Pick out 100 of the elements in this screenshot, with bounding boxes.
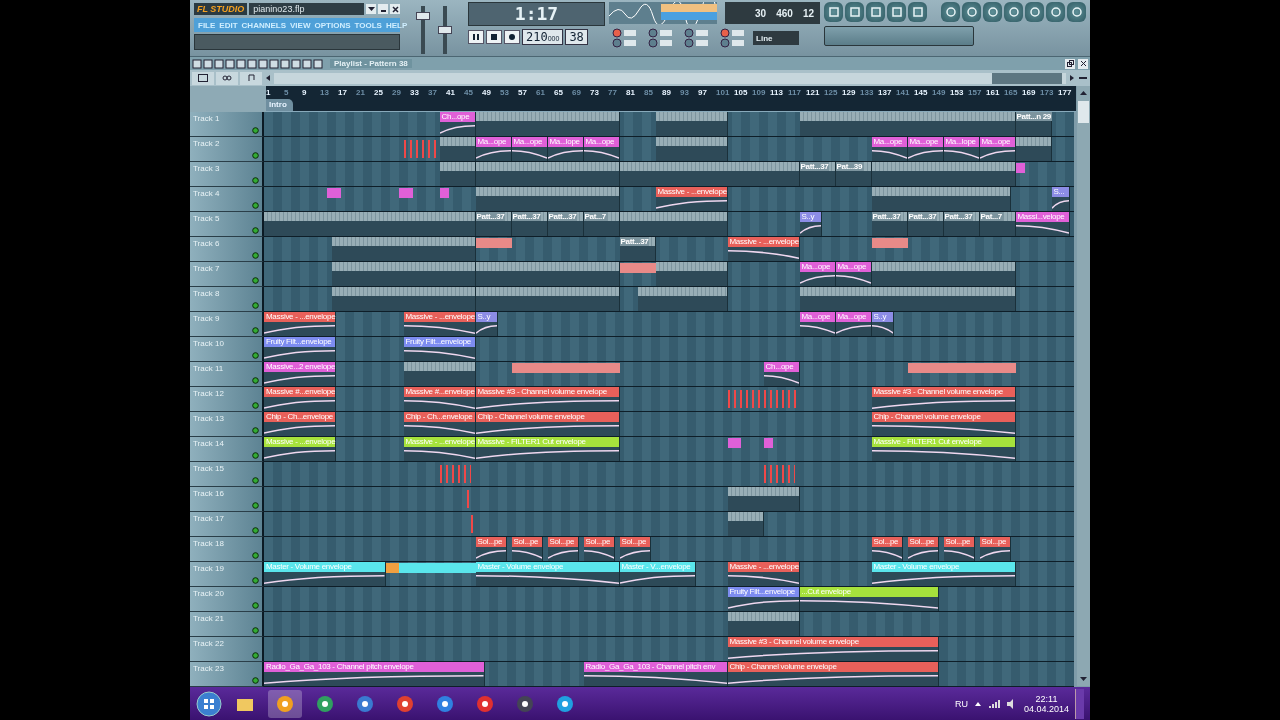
track-header[interactable]: Track 18 <box>190 537 264 562</box>
note-clip[interactable] <box>439 465 471 483</box>
envelope-clip[interactable]: Ma...ope <box>511 137 548 161</box>
track-header[interactable]: Track 2 <box>190 137 264 162</box>
envelope-clip[interactable]: Massive - ...envelope <box>727 562 800 586</box>
track-header[interactable]: Track 14 <box>190 437 264 462</box>
envelope-clip[interactable]: Ma...ope <box>907 137 944 161</box>
envelope-clip[interactable]: Fruity Filt...envelope <box>727 587 800 611</box>
toolbar-button[interactable] <box>941 2 960 22</box>
envelope-clip[interactable]: Massive #3 - Channel volume envelope <box>475 387 620 411</box>
mute-indicator-icon[interactable] <box>252 527 259 534</box>
pattern-clip[interactable] <box>475 112 620 136</box>
pattern-clip[interactable]: Patt...37 <box>871 212 908 236</box>
pattern-clip[interactable]: Patt...37 <box>799 162 836 186</box>
scroll-left-icon[interactable] <box>264 74 272 82</box>
mute-indicator-icon[interactable] <box>252 477 259 484</box>
view-tab[interactable] <box>192 71 214 85</box>
pattern-clip[interactable] <box>619 162 800 186</box>
track-header[interactable]: Track 7 <box>190 262 264 287</box>
track-header[interactable]: Track 1 <box>190 112 264 137</box>
track-header[interactable]: Track 20 <box>190 587 264 612</box>
stop-button[interactable] <box>486 30 502 44</box>
envelope-clip[interactable]: Radio_Ga_Ga_103 - Channel pitch envelope <box>264 662 485 686</box>
signal-icon[interactable] <box>987 698 1000 709</box>
close-button[interactable] <box>1078 58 1088 69</box>
pattern-clip[interactable] <box>871 187 1011 211</box>
mute-indicator-icon[interactable] <box>252 152 259 159</box>
mute-indicator-icon[interactable] <box>252 227 259 234</box>
pattern-clip[interactable] <box>439 137 476 161</box>
envelope-clip[interactable]: Fruity Filt...envelope <box>264 337 336 361</box>
pattern-clip[interactable]: Patt...n 29 <box>1015 112 1052 136</box>
mute-indicator-icon[interactable] <box>252 202 259 209</box>
mute-indicator-icon[interactable] <box>252 502 259 509</box>
envelope-clip[interactable]: Massive - ...envelope <box>264 312 336 336</box>
zoom-out-icon[interactable] <box>1078 74 1088 82</box>
envelope-clip[interactable]: Massive - ...envelope <box>403 312 476 336</box>
toolbar-button[interactable] <box>824 2 843 22</box>
pattern-clip[interactable]: Pat...39 <box>835 162 872 186</box>
note-clip[interactable] <box>466 490 471 508</box>
clip-block[interactable] <box>439 188 449 198</box>
envelope-clip[interactable]: Sol...pe <box>943 537 975 561</box>
pattern-clip[interactable] <box>655 262 728 286</box>
pattern-clip[interactable] <box>264 212 476 236</box>
track-header[interactable]: Track 10 <box>190 337 264 362</box>
mute-indicator-icon[interactable] <box>252 402 259 409</box>
envelope-clip[interactable]: Sol...pe <box>979 537 1011 561</box>
envelope-clip[interactable]: Massive - ...envelope <box>655 187 728 211</box>
menu-item[interactable]: VIEW <box>290 20 311 30</box>
taskbar-app-button[interactable] <box>268 689 302 718</box>
track-header[interactable]: Track 19 <box>190 562 264 587</box>
mute-indicator-icon[interactable] <box>252 252 259 259</box>
mute-indicator-icon[interactable] <box>252 427 259 434</box>
restore-button[interactable] <box>1065 58 1075 69</box>
track-header[interactable]: Track 6 <box>190 237 264 262</box>
timeline-ruler[interactable]: 1 5 9 13 17 21 25 29 33 37 41 45 49 53 57 61 65 69 73 77 81 85 89 93 97 101 105 109 113 117 121 125 129 133 137 141 145 149 153 157 161 165 169 173 177 <box>266 86 1076 99</box>
track-header[interactable]: Track 9 <box>190 312 264 337</box>
scrollbar-thumb[interactable] <box>992 72 1062 84</box>
close-button[interactable] <box>390 4 400 14</box>
clip-block[interactable] <box>399 188 413 198</box>
pattern-clip[interactable] <box>637 287 728 311</box>
slider-thumb[interactable] <box>438 26 452 34</box>
envelope-clip[interactable]: Sol...pe <box>907 537 939 561</box>
envelope-clip[interactable]: Chip - Channel volume envelope <box>871 412 1016 436</box>
envelope-clip[interactable]: Ma...ope <box>835 312 872 336</box>
toolbar-button[interactable] <box>1004 2 1023 22</box>
clip-block[interactable] <box>385 563 399 573</box>
envelope-clip[interactable]: Sol...pe <box>871 537 903 561</box>
envelope-clip[interactable]: S... <box>1051 187 1070 211</box>
envelope-clip[interactable]: Ma...ope <box>583 137 620 161</box>
scroll-up-icon[interactable] <box>1079 89 1088 97</box>
language-indicator[interactable]: RU <box>954 698 968 709</box>
envelope-clip[interactable]: Massive - ...envelope <box>264 437 336 461</box>
pattern-clip[interactable] <box>727 487 800 511</box>
envelope-clip[interactable]: S..y <box>475 312 498 336</box>
track-header[interactable]: Track 15 <box>190 462 264 487</box>
pattern-clip[interactable] <box>475 187 620 211</box>
slider-thumb[interactable] <box>416 12 430 20</box>
mute-indicator-icon[interactable] <box>252 577 259 584</box>
toolbar-button[interactable] <box>1067 2 1086 22</box>
toolbar-button[interactable] <box>866 2 885 22</box>
mute-indicator-icon[interactable] <box>252 652 259 659</box>
clip-block[interactable] <box>327 188 341 198</box>
pattern-clip[interactable]: Patt...37 <box>943 212 980 236</box>
envelope-clip[interactable]: Fruity Filt...envelope <box>403 337 476 361</box>
mute-indicator-icon[interactable] <box>252 627 259 634</box>
track-header[interactable]: Track 11 <box>190 362 264 387</box>
pattern-clip[interactable]: Patt...37 <box>547 212 584 236</box>
menu-button[interactable] <box>366 4 376 14</box>
clip-block[interactable] <box>1015 163 1025 173</box>
clip-block[interactable] <box>475 238 512 248</box>
view-tab[interactable] <box>216 71 238 85</box>
pattern-clip[interactable]: Pat...7 <box>583 212 620 236</box>
clip-block[interactable] <box>727 438 741 448</box>
envelope-clip[interactable]: Ma...ope <box>799 312 836 336</box>
show-desktop-button[interactable] <box>1075 688 1084 719</box>
scroll-down-icon[interactable] <box>1079 675 1088 683</box>
envelope-clip[interactable]: Ma...ope <box>835 262 872 286</box>
pattern-clip[interactable] <box>331 262 476 286</box>
pattern-clip[interactable]: Patt...37 <box>619 237 656 261</box>
track-header[interactable]: Track 23 <box>190 662 264 687</box>
